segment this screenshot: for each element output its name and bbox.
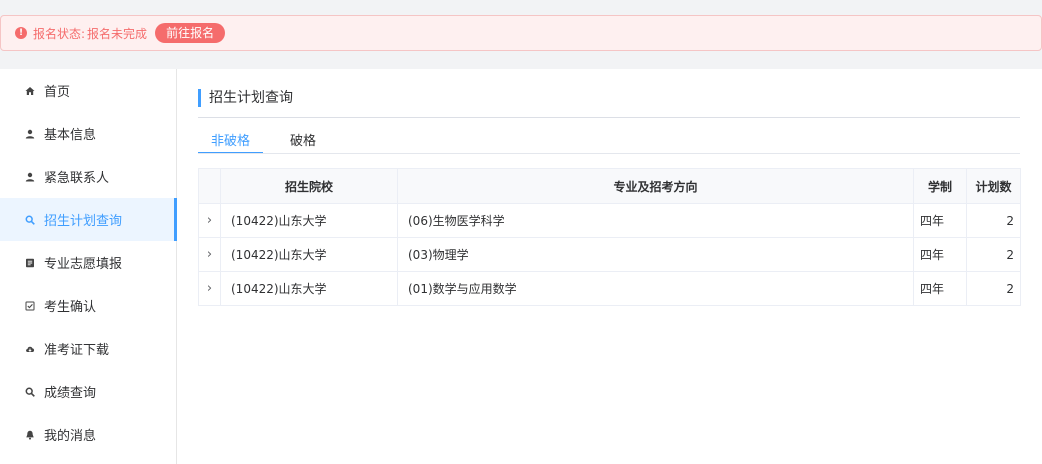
table-header-row: 招生院校 专业及招考方向 学制 计划数	[198, 168, 1021, 204]
go-register-button[interactable]: 前往报名	[155, 23, 226, 43]
sidebar-item-label: 紧急联系人	[44, 171, 110, 186]
cell-duration: 四年	[913, 203, 967, 238]
main-panel: 招生计划查询 非破格 破格 招生院校 专业及招考方向 学制 计划数 › (104…	[177, 69, 1042, 464]
enrollment-plan-table: 招生院校 专业及招考方向 学制 计划数 › (10422)山东大学 (06)生物…	[198, 168, 1021, 306]
user-icon	[25, 172, 35, 182]
sidebar-item-admission-ticket[interactable]: 准考证下载	[0, 327, 177, 370]
tab-regular[interactable]: 非破格	[198, 130, 263, 154]
sidebar-item-label: 准考证下载	[44, 343, 110, 358]
page-title: 招生计划查询	[198, 89, 293, 107]
title-divider	[198, 117, 1020, 118]
sidebar-item-label: 首页	[44, 85, 71, 100]
sidebar-item-score-query[interactable]: 成绩查询	[0, 370, 177, 413]
home-icon	[25, 86, 35, 96]
chevron-right-icon: ›	[206, 213, 213, 228]
cell-count: 2	[966, 271, 1021, 306]
sidebar-item-candidate-confirm[interactable]: 考生确认	[0, 284, 177, 327]
sidebar-item-basic-info[interactable]: 基本信息	[0, 112, 177, 155]
sidebar-item-major-application[interactable]: 专业志愿填报	[0, 241, 177, 284]
sidebar-item-label: 我的消息	[44, 429, 97, 444]
registration-status-bar: ! 报名状态: 报名未完成 前往报名	[0, 15, 1042, 51]
cell-major: (01)数学与应用数学	[397, 271, 914, 306]
expand-column-header	[198, 168, 221, 204]
sidebar-item-label: 基本信息	[44, 128, 97, 143]
sidebar-item-my-messages[interactable]: 我的消息	[0, 413, 177, 456]
cell-school: (10422)山东大学	[220, 237, 398, 272]
search-icon	[25, 215, 35, 225]
cell-school: (10422)山东大学	[220, 271, 398, 306]
expand-row-button[interactable]: ›	[198, 271, 221, 306]
form-icon	[25, 258, 35, 268]
cell-count: 2	[966, 237, 1021, 272]
chevron-right-icon: ›	[206, 281, 213, 296]
sidebar-item-enrollment-plan[interactable]: 招生计划查询	[0, 198, 177, 241]
bell-icon	[25, 430, 35, 440]
checkbox-icon	[25, 301, 35, 311]
column-header-count: 计划数	[966, 168, 1021, 204]
status-label: 报名状态:	[33, 26, 86, 41]
search-icon	[25, 387, 35, 397]
column-header-school: 招生院校	[220, 168, 398, 204]
sidebar-item-label: 招生计划查询	[44, 214, 123, 229]
tabs-divider	[198, 153, 1020, 154]
user-icon	[25, 129, 35, 139]
status-value: 报名未完成	[87, 26, 148, 41]
sidebar-item-label: 专业志愿填报	[44, 257, 123, 272]
table-row: › (10422)山东大学 (03)物理学 四年 2	[198, 237, 1021, 272]
sidebar-item-emergency-contact[interactable]: 紧急联系人	[0, 155, 177, 198]
expand-row-button[interactable]: ›	[198, 203, 221, 238]
cell-duration: 四年	[913, 237, 967, 272]
cell-major: (06)生物医学科学	[397, 203, 914, 238]
sidebar: 首页 基本信息 紧急联系人 招生计划查询 专业志愿填报 考生确认 准考证下载 成…	[0, 69, 177, 464]
cell-duration: 四年	[913, 271, 967, 306]
cloud-download-icon	[25, 344, 35, 354]
cell-school: (10422)山东大学	[220, 203, 398, 238]
sidebar-item-label: 考生确认	[44, 300, 97, 315]
tab-exceptional[interactable]: 破格	[283, 130, 323, 154]
sidebar-item-label: 成绩查询	[44, 386, 97, 401]
expand-row-button[interactable]: ›	[198, 237, 221, 272]
sidebar-item-home[interactable]: 首页	[0, 69, 177, 112]
cell-count: 2	[966, 203, 1021, 238]
alert-circle-icon: !	[15, 27, 27, 39]
table-row: › (10422)山东大学 (06)生物医学科学 四年 2	[198, 203, 1021, 238]
cell-major: (03)物理学	[397, 237, 914, 272]
table-row: › (10422)山东大学 (01)数学与应用数学 四年 2	[198, 271, 1021, 306]
column-header-major: 专业及招考方向	[397, 168, 914, 204]
column-header-duration: 学制	[913, 168, 967, 204]
chevron-right-icon: ›	[206, 247, 213, 262]
